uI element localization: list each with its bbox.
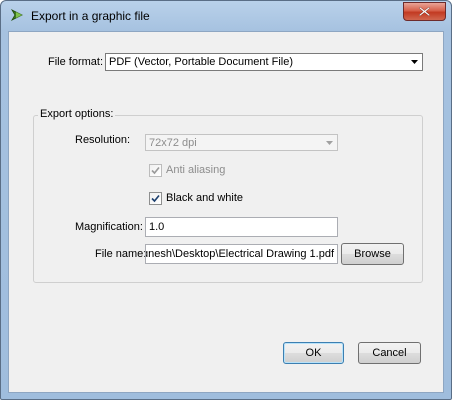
file-format-label: File format: bbox=[48, 56, 104, 68]
anti-aliasing-label: Anti aliasing bbox=[166, 164, 226, 176]
ok-button[interactable]: OK bbox=[283, 342, 344, 364]
file-name-label: File name: bbox=[95, 248, 147, 260]
cancel-button[interactable]: Cancel bbox=[358, 342, 421, 364]
checkmark-icon bbox=[151, 194, 160, 203]
magnification-value: 1.0 bbox=[149, 221, 165, 233]
black-and-white-checkbox[interactable] bbox=[149, 192, 162, 205]
close-icon bbox=[418, 6, 431, 17]
resolution-label: Resolution: bbox=[75, 134, 131, 146]
browse-button[interactable]: Browse bbox=[341, 243, 404, 265]
file-name-input[interactable]: ɑnesh\Desktop\Electrical Drawing 1.pdf bbox=[145, 244, 338, 264]
app-icon bbox=[10, 8, 24, 22]
black-and-white-label: Black and white bbox=[166, 192, 244, 204]
file-format-select[interactable]: PDF (Vector, Portable Document File) bbox=[105, 53, 423, 71]
checkmark-icon bbox=[151, 166, 160, 175]
resolution-value: 72x72 dpi bbox=[149, 137, 197, 149]
file-format-value: PDF (Vector, Portable Document File) bbox=[109, 56, 294, 68]
close-button[interactable] bbox=[403, 2, 446, 21]
anti-aliasing-checkbox[interactable] bbox=[149, 164, 162, 177]
magnification-input[interactable]: 1.0 bbox=[145, 217, 338, 237]
magnification-label: Magnification: bbox=[75, 221, 143, 233]
title-bar[interactable]: Export in a graphic file bbox=[1, 1, 451, 31]
dialog-client-area: File format: PDF (Vector, Portable Docum… bbox=[8, 31, 444, 393]
export-dialog-window: Export in a graphic file File format: PD… bbox=[0, 0, 452, 400]
resolution-select[interactable]: 72x72 dpi bbox=[145, 134, 338, 151]
chevron-down-icon bbox=[326, 141, 333, 145]
window-title: Export in a graphic file bbox=[31, 9, 150, 23]
chevron-down-icon bbox=[411, 60, 418, 64]
export-options-label: Export options: bbox=[38, 108, 116, 120]
file-name-value: ɑnesh\Desktop\Electrical Drawing 1.pdf bbox=[145, 248, 334, 260]
